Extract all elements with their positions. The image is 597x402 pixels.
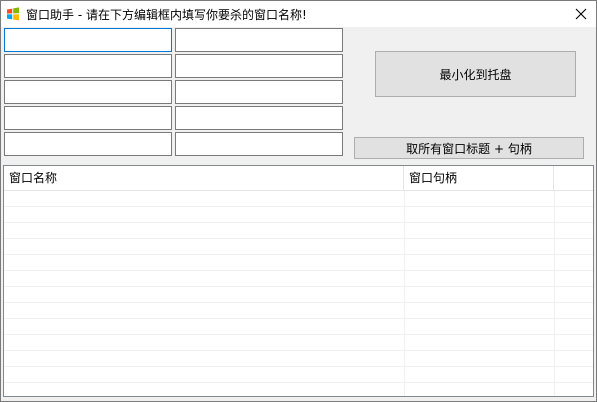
list-cell-window-handle: [404, 351, 555, 366]
window-name-input-9[interactable]: [175, 106, 343, 130]
app-window: 窗口助手 - 请在下方编辑框内填写你要杀的窗口名称! 最小化到托盘 取所有窗口标…: [0, 0, 597, 402]
list-cell-window-handle: [404, 223, 555, 238]
window-name-input-4[interactable]: [4, 106, 172, 130]
list-cell-window-name: [4, 319, 405, 334]
list-row: [4, 223, 593, 239]
list-cell-window-name: [4, 191, 405, 206]
list-row: [4, 319, 593, 335]
list-cell-window-name: [4, 351, 405, 366]
list-header: 窗口名称 窗口句柄: [4, 166, 593, 191]
windows-flag-icon: [7, 7, 19, 21]
list-row: [4, 271, 593, 287]
window-name-input-10[interactable]: [175, 132, 343, 156]
list-cell-window-handle: [404, 383, 555, 396]
list-row: [4, 255, 593, 271]
list-row: [4, 191, 593, 207]
list-cell-window-name: [4, 239, 405, 254]
list-row: [4, 303, 593, 319]
window-name-input-5[interactable]: [4, 132, 172, 156]
close-button[interactable]: [566, 1, 596, 27]
list-cell-window-name: [4, 303, 405, 318]
minimize-to-tray-button[interactable]: 最小化到托盘: [375, 51, 576, 97]
list-row: [4, 207, 593, 223]
list-cell-window-handle: [404, 335, 555, 350]
list-cell-window-handle: [404, 239, 555, 254]
window-name-input-7[interactable]: [175, 54, 343, 78]
list-row: [4, 367, 593, 383]
column-header-window-name[interactable]: 窗口名称: [4, 166, 404, 190]
list-row: [4, 351, 593, 367]
close-icon: [575, 8, 587, 20]
window-name-input-3[interactable]: [4, 80, 172, 104]
list-cell-window-handle: [404, 271, 555, 286]
list-cell-window-name: [4, 383, 405, 396]
list-row: [4, 239, 593, 255]
list-cell-window-name: [4, 223, 405, 238]
window-name-input-8[interactable]: [175, 80, 343, 104]
window-name-input-1[interactable]: [4, 28, 172, 52]
list-cell-window-handle: [404, 303, 555, 318]
list-row: [4, 287, 593, 303]
list-cell-window-handle: [404, 367, 555, 382]
list-cell-window-name: [4, 207, 405, 222]
window-list[interactable]: 窗口名称 窗口句柄: [3, 165, 594, 397]
list-cell-window-name: [4, 255, 405, 270]
list-row: [4, 383, 593, 396]
list-cell-window-name: [4, 335, 405, 350]
window-name-input-2[interactable]: [4, 54, 172, 78]
list-cell-window-handle: [404, 255, 555, 270]
list-cell-window-name: [4, 287, 405, 302]
list-cell-window-handle: [404, 191, 555, 206]
list-cell-window-handle: [404, 207, 555, 222]
list-cell-window-handle: [404, 287, 555, 302]
list-cell-window-handle: [404, 319, 555, 334]
column-header-window-handle[interactable]: 窗口句柄: [404, 166, 554, 190]
window-title: 窗口助手 - 请在下方编辑框内填写你要杀的窗口名称!: [26, 8, 307, 22]
list-cell-window-name: [4, 271, 405, 286]
get-window-titles-button[interactable]: 取所有窗口标题 + 句柄: [354, 137, 584, 159]
list-row: [4, 335, 593, 351]
list-cell-window-name: [4, 367, 405, 382]
list-body: [4, 191, 593, 396]
window-name-input-6[interactable]: [175, 28, 343, 52]
title-bar[interactable]: 窗口助手 - 请在下方编辑框内填写你要杀的窗口名称!: [1, 1, 596, 27]
